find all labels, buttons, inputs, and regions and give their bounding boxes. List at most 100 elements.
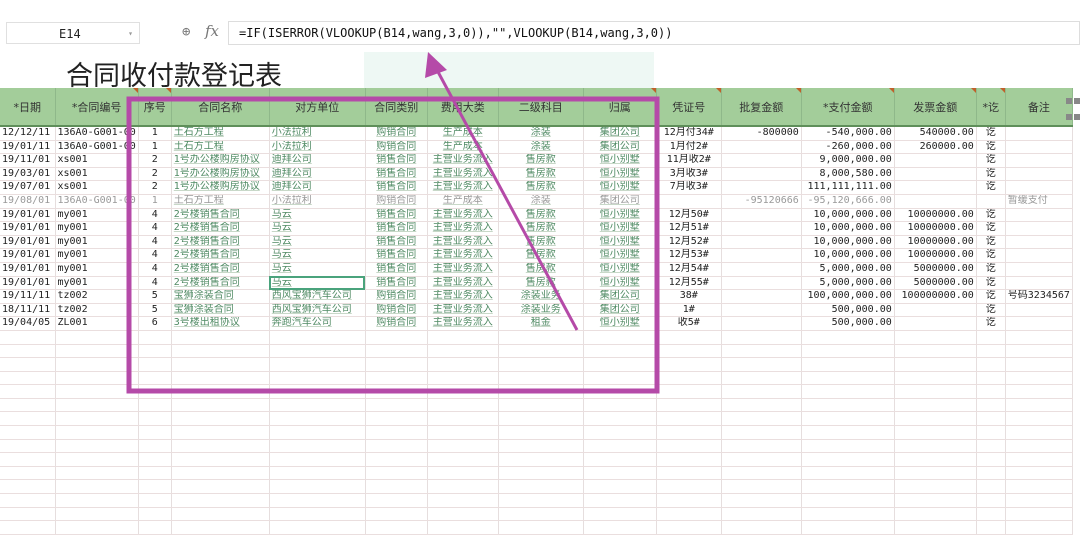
cell[interactable]: [656, 425, 722, 440]
cell[interactable]: [138, 411, 172, 427]
cell[interactable]: 生产成本: [427, 194, 499, 209]
cell[interactable]: [976, 439, 1006, 454]
cell[interactable]: 恒小别墅: [583, 221, 657, 236]
cell[interactable]: 19/01/01: [0, 221, 56, 236]
cell[interactable]: [498, 330, 584, 345]
cell[interactable]: 4: [138, 221, 172, 236]
cell[interactable]: 集团公司: [583, 289, 657, 304]
cell[interactable]: [427, 479, 499, 495]
cell[interactable]: [171, 493, 270, 508]
cell[interactable]: [894, 194, 977, 209]
cell[interactable]: [269, 479, 366, 495]
cell[interactable]: [171, 357, 270, 372]
cell[interactable]: [0, 493, 56, 508]
cell[interactable]: [269, 398, 366, 413]
cell[interactable]: [894, 384, 977, 399]
column-header[interactable]: 费用大类: [427, 88, 499, 127]
cell[interactable]: 主营业务流入: [427, 167, 499, 182]
cell[interactable]: [427, 384, 499, 399]
cell[interactable]: tz002: [55, 303, 139, 318]
cell[interactable]: [269, 411, 366, 427]
cell[interactable]: 购销合同: [365, 126, 428, 141]
cell[interactable]: 讫: [976, 126, 1006, 141]
cell[interactable]: 恒小别墅: [583, 208, 657, 223]
cell[interactable]: [55, 371, 139, 386]
cell[interactable]: [976, 194, 1006, 209]
cell[interactable]: [1005, 371, 1073, 386]
cell[interactable]: -260,000.00: [801, 140, 895, 155]
cell[interactable]: [801, 479, 895, 495]
cell[interactable]: [427, 330, 499, 345]
cell[interactable]: 1: [138, 140, 172, 155]
cell[interactable]: [365, 452, 428, 467]
cell[interactable]: 5,000,000.00: [801, 276, 895, 291]
cell[interactable]: [801, 384, 895, 399]
column-header[interactable]: 备注: [1005, 88, 1073, 127]
cell[interactable]: [269, 371, 366, 386]
cell[interactable]: 售房款: [498, 276, 584, 291]
cell[interactable]: 小法拉利: [269, 140, 366, 155]
cell[interactable]: 讫: [976, 153, 1006, 168]
cell[interactable]: 售房款: [498, 248, 584, 263]
cell[interactable]: [721, 466, 802, 481]
cell[interactable]: [365, 371, 428, 386]
cell[interactable]: [171, 371, 270, 386]
cell[interactable]: [171, 479, 270, 495]
cell[interactable]: tz002: [55, 289, 139, 304]
cell[interactable]: 136A0-G001-00: [55, 126, 139, 141]
cell[interactable]: 生产成本: [427, 126, 499, 141]
cell[interactable]: [583, 384, 657, 399]
cell[interactable]: [171, 425, 270, 440]
cell[interactable]: 12月50#: [656, 208, 722, 223]
cell[interactable]: 19/01/01: [0, 208, 56, 223]
column-header[interactable]: *讫: [976, 88, 1006, 127]
cell[interactable]: [721, 262, 802, 277]
cell[interactable]: [427, 344, 499, 359]
cell[interactable]: [894, 180, 977, 195]
cell[interactable]: 4: [138, 262, 172, 277]
column-header[interactable]: 批复金额: [721, 88, 802, 127]
cell[interactable]: 5,000,000.00: [801, 262, 895, 277]
cell[interactable]: [138, 479, 172, 495]
cell[interactable]: [365, 479, 428, 495]
cell[interactable]: 1号办公楼购房协议: [171, 167, 270, 182]
cell[interactable]: [55, 507, 139, 522]
cell[interactable]: 4: [138, 248, 172, 263]
cell[interactable]: [583, 439, 657, 454]
cell[interactable]: [0, 330, 56, 345]
cell[interactable]: 销售合同: [365, 153, 428, 168]
cell[interactable]: my001: [55, 248, 139, 263]
cell[interactable]: [1005, 357, 1073, 372]
cell[interactable]: [269, 425, 366, 440]
cell[interactable]: [0, 452, 56, 467]
cell[interactable]: [1005, 398, 1073, 413]
cell[interactable]: [1005, 466, 1073, 481]
cell[interactable]: [801, 507, 895, 522]
cell[interactable]: [656, 411, 722, 427]
cell[interactable]: [721, 153, 802, 168]
cell[interactable]: [801, 398, 895, 413]
cell[interactable]: -800000: [721, 126, 802, 141]
cell[interactable]: [976, 371, 1006, 386]
cell[interactable]: [1005, 248, 1073, 263]
cell[interactable]: 10000000.00: [894, 221, 977, 236]
cell[interactable]: 4: [138, 208, 172, 223]
cell[interactable]: 主营业务流入: [427, 153, 499, 168]
cell[interactable]: 10,000,000.00: [801, 208, 895, 223]
cell[interactable]: 小法拉利: [269, 194, 366, 209]
cell[interactable]: my001: [55, 235, 139, 250]
cell[interactable]: 主营业务流入: [427, 248, 499, 263]
cell[interactable]: [801, 493, 895, 508]
cell[interactable]: 集团公司: [583, 126, 657, 141]
cell[interactable]: 2号楼销售合同: [171, 262, 270, 277]
column-header[interactable]: 二级科目: [498, 88, 584, 127]
cell[interactable]: 主营业务流入: [427, 221, 499, 236]
cell[interactable]: 19/07/01: [0, 180, 56, 195]
cell[interactable]: [0, 439, 56, 454]
cell[interactable]: 10,000,000.00: [801, 221, 895, 236]
cell[interactable]: [721, 276, 802, 291]
cell[interactable]: 恒小别墅: [583, 276, 657, 291]
cell[interactable]: [171, 439, 270, 454]
cell[interactable]: [721, 289, 802, 304]
cell[interactable]: 讫: [976, 221, 1006, 236]
